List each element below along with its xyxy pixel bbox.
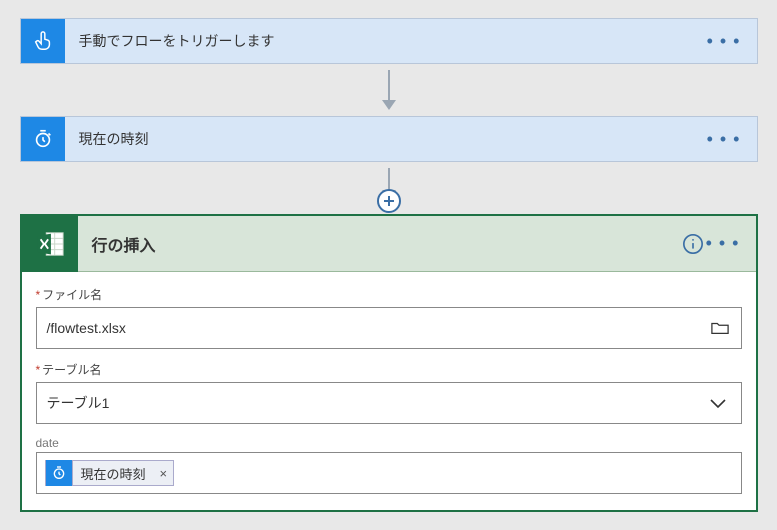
trigger-step-card[interactable]: 手動でフローをトリガーします • • • [20,18,758,64]
pill-label: 現在の時刻 [72,461,154,485]
excel-icon [22,216,78,272]
date-field-label: date [36,436,742,450]
pill-remove-button[interactable]: × [154,461,174,485]
trigger-step-header: 手動でフローをトリガーします • • • [21,19,757,63]
insert-row-step-card: 行の挿入 • • • *ファイル名 /flowtest.xlsx *テーブル名 … [20,214,758,512]
trigger-step-title: 手動でフローをトリガーします [79,31,275,51]
file-name-value: /flowtest.xlsx [47,320,126,336]
flow-arrow [20,70,758,110]
flow-arrow-with-add [20,168,758,200]
insert-row-step-title: 行の挿入 [92,232,156,256]
insert-row-body: *ファイル名 /flowtest.xlsx *テーブル名 テーブル1 date [22,272,756,510]
current-time-step-header: 現在の時刻 • • • [21,117,757,161]
current-time-step-card[interactable]: 現在の時刻 • • • [20,116,758,162]
add-step-button[interactable] [377,189,401,213]
table-name-select[interactable]: テーブル1 [36,382,742,424]
current-time-step-title: 現在の時刻 [79,129,149,149]
chevron-down-icon[interactable] [703,391,733,415]
clock-icon [21,117,65,161]
file-name-input[interactable]: /flowtest.xlsx [36,307,742,349]
clock-icon [46,460,72,486]
browse-folder-button[interactable] [707,316,733,340]
insert-row-step-header[interactable]: 行の挿入 • • • [22,216,756,272]
current-time-more-button[interactable]: • • • [701,125,747,154]
insert-row-more-button[interactable]: • • • [700,229,746,258]
table-name-value: テーブル1 [47,393,110,413]
file-name-label: *ファイル名 [36,286,742,303]
date-field-input[interactable]: 現在の時刻 × [36,452,742,494]
table-name-label: *テーブル名 [36,361,742,378]
touch-icon [21,19,65,63]
dynamic-content-pill[interactable]: 現在の時刻 × [45,460,175,486]
trigger-more-button[interactable]: • • • [701,27,747,56]
